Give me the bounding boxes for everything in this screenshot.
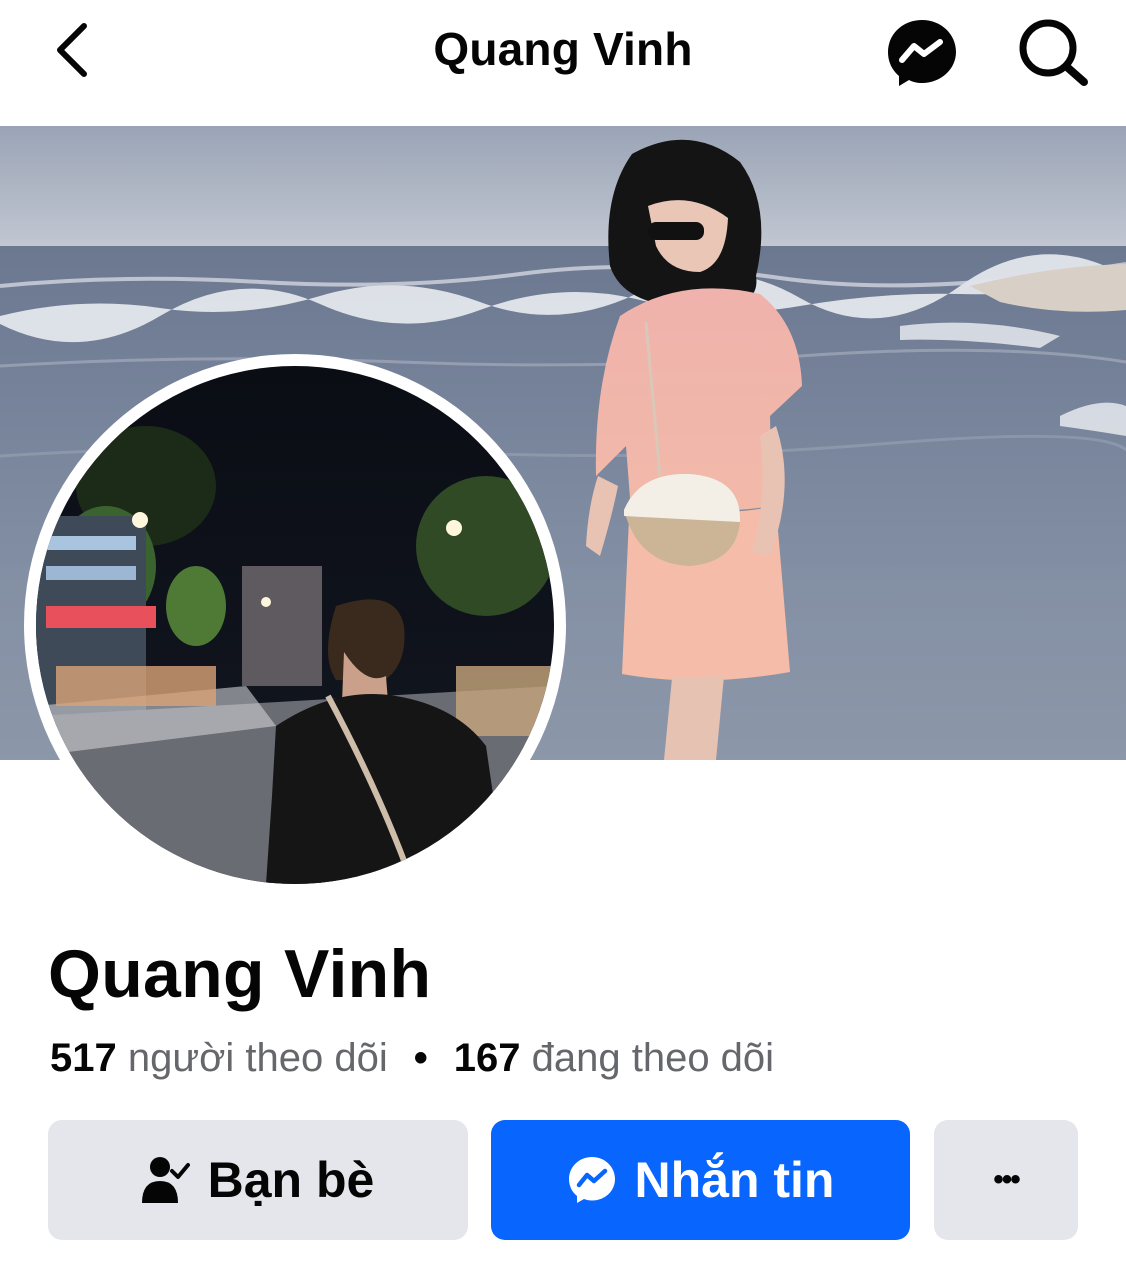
- followers-link[interactable]: 517 người theo dõi: [50, 1036, 388, 1080]
- top-navigation-bar: Quang Vinh: [0, 0, 1126, 126]
- chevron-left-icon: [57, 23, 87, 77]
- messenger-button[interactable]: [884, 16, 960, 88]
- message-button[interactable]: Nhắn tin: [491, 1120, 910, 1240]
- messenger-icon: [567, 1155, 617, 1205]
- stats-separator: •: [413, 1036, 428, 1080]
- back-button[interactable]: [42, 18, 102, 82]
- profile-avatar[interactable]: [24, 354, 566, 896]
- following-label: đang theo dõi: [531, 1036, 775, 1080]
- search-button[interactable]: [1012, 16, 1092, 88]
- follow-stats: 517 người theo dõi • 167 đang theo dõi: [50, 1034, 774, 1082]
- person-check-icon: [141, 1155, 190, 1205]
- followers-count: 517: [50, 1036, 117, 1080]
- following-count: 167: [453, 1036, 521, 1080]
- avatar-photo: [36, 366, 554, 884]
- friends-button[interactable]: Bạn bè: [48, 1120, 468, 1240]
- following-link[interactable]: 167 đang theo dõi: [454, 1036, 774, 1080]
- more-options-button[interactable]: •••: [934, 1120, 1078, 1240]
- profile-name: Quang Vinh: [48, 936, 432, 1012]
- search-icon: [1019, 19, 1088, 86]
- message-button-label: Nhắn tin: [634, 1152, 835, 1208]
- followers-label: người theo dõi: [127, 1036, 388, 1080]
- messenger-icon: [888, 20, 956, 86]
- friends-button-label: Bạn bè: [207, 1152, 375, 1208]
- more-horizontal-icon: •••: [993, 1163, 1020, 1196]
